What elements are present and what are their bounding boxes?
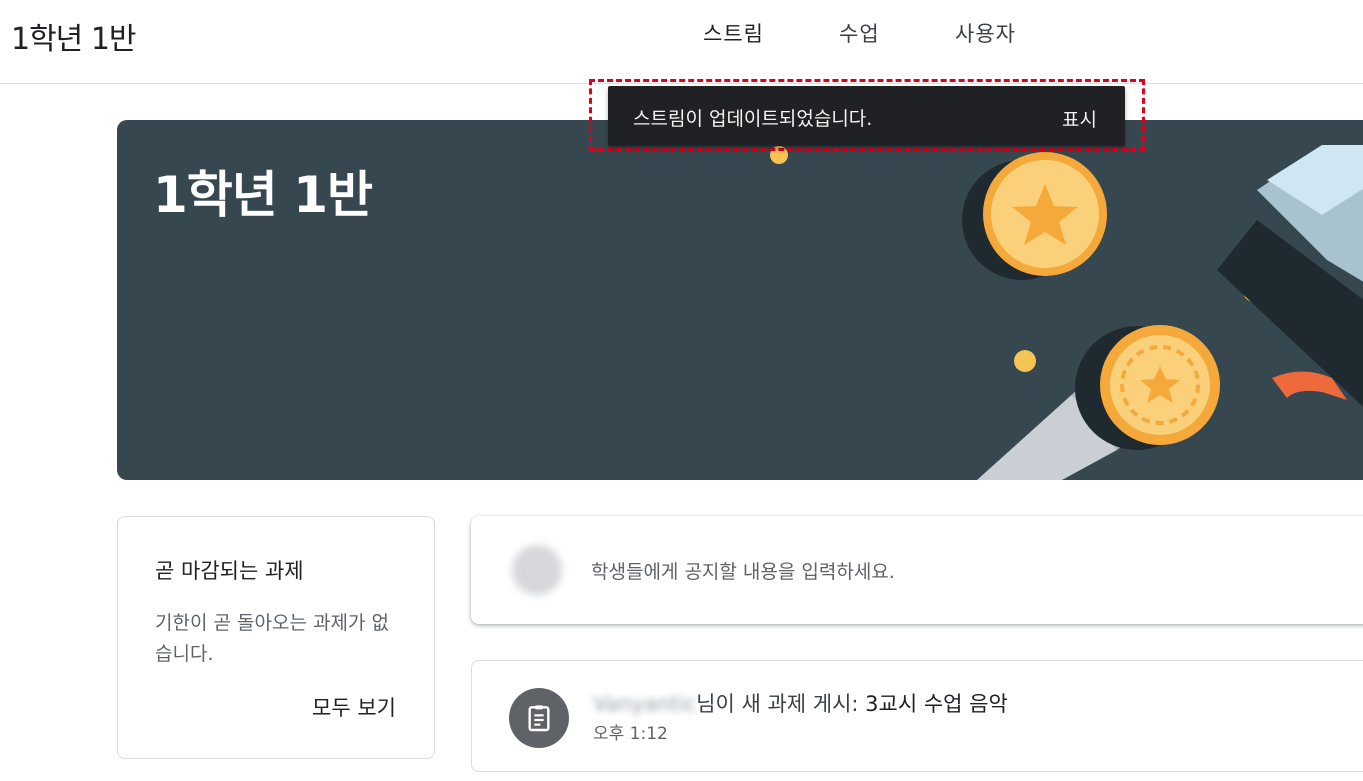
post-assignment-title: 3교시 수업 음악 <box>865 692 1008 716</box>
tab-classwork[interactable]: 수업 <box>839 18 880 48</box>
avatar <box>512 545 562 595</box>
post-author-name: Vanyantic <box>593 692 697 716</box>
banner-class-title: 1학년 1반 <box>153 166 373 224</box>
upcoming-empty-message: 기한이 곧 돌아오는 과제가 없습니다. <box>155 612 389 665</box>
class-banner: 1학년 1반 <box>117 120 1363 480</box>
stream-post-card[interactable]: Vanyantic님이 새 과제 게시: 3교시 수업 음악 오후 1:12 <box>471 660 1363 772</box>
upcoming-title: 곧 마감되는 과제 <box>155 559 304 583</box>
top-app-bar: 1학년 1반 스트림 수업 사용자 <box>0 0 1363 84</box>
snackbar-show-button[interactable]: 표시 <box>1062 105 1097 132</box>
post-action-text: 님이 새 과제 게시: <box>696 692 866 716</box>
tab-people[interactable]: 사용자 <box>955 18 1016 48</box>
assignment-icon <box>509 688 569 748</box>
post-headline[interactable]: Vanyantic님이 새 과제 게시: 3교시 수업 음악 <box>593 688 1008 718</box>
class-title[interactable]: 1학년 1반 <box>11 14 137 58</box>
announcement-composer[interactable]: 학생들에게 공지할 내용을 입력하세요. <box>471 516 1363 624</box>
upcoming-work-card: 곧 마감되는 과제 기한이 곧 돌아오는 과제가 없습니다. 모두 보기 <box>117 516 435 759</box>
snackbar: 스트림이 업데이트되었습니다. 표시 <box>608 86 1125 146</box>
view-all-button[interactable]: 모두 보기 <box>312 692 396 722</box>
tab-stream[interactable]: 스트림 <box>703 18 764 48</box>
post-timestamp: 오후 1:12 <box>593 724 668 744</box>
announcement-input[interactable]: 학생들에게 공지할 내용을 입력하세요. <box>591 557 895 584</box>
snackbar-message: 스트림이 업데이트되었습니다. <box>633 108 873 130</box>
